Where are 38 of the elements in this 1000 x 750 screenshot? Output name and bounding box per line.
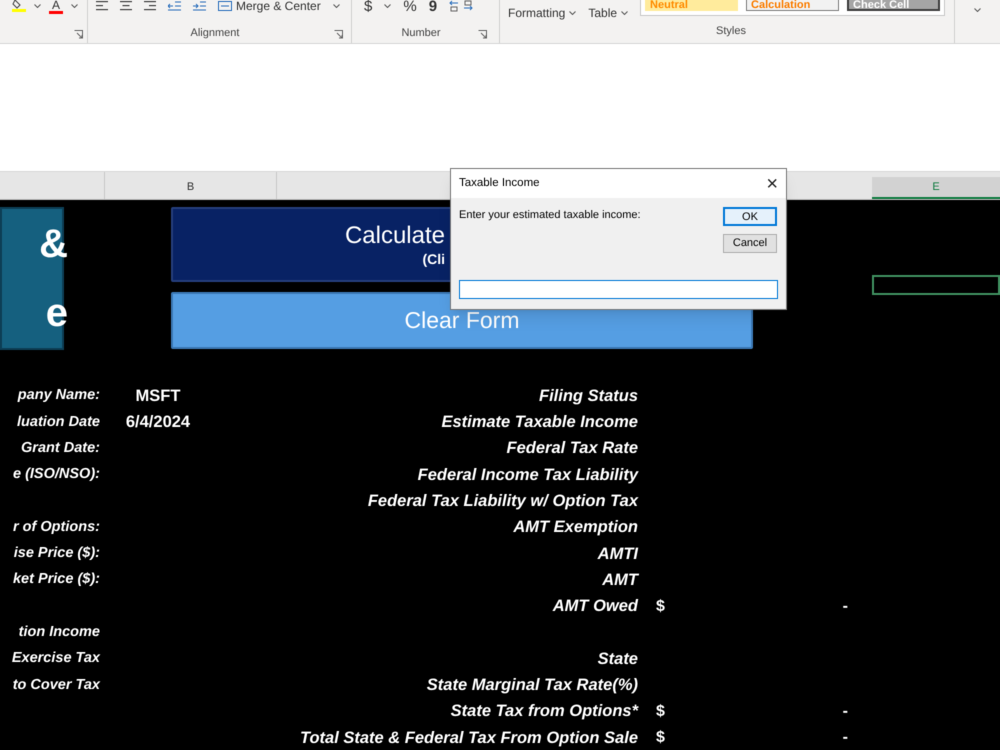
- field-label: AMT Exemption: [513, 517, 638, 538]
- field-value: 6/4/2024: [124, 412, 192, 434]
- logo-text: e: [46, 293, 68, 334]
- field-label: AMT: [602, 570, 638, 591]
- currency-symbol: $: [656, 596, 665, 617]
- field-label: luation Date: [17, 412, 100, 432]
- field-label: Grant Date:: [21, 438, 100, 458]
- field-label: e (ISO/NSO):: [12, 465, 100, 484]
- field-label: Total State & Federal Tax From Option Sale: [300, 728, 638, 749]
- field-label: Estimate Taxable Income: [441, 412, 638, 434]
- field-label: Federal Tax Rate: [506, 438, 638, 460]
- currency-symbol: $: [656, 702, 665, 722]
- field-label: State Tax from Options*: [450, 701, 638, 722]
- group-label: Alignment: [190, 26, 240, 40]
- field-label: Federal Income Tax Liability: [418, 464, 638, 486]
- field-label: ket Price ($):: [12, 570, 100, 590]
- prompt-text: Enter your estimated taxable income:: [459, 208, 642, 223]
- amount-value: -: [842, 702, 848, 722]
- field-value: MSFT: [134, 386, 182, 407]
- amount-value: -: [842, 728, 848, 748]
- field-label: Filing Status: [539, 386, 638, 407]
- amount-value: -: [842, 596, 848, 617]
- field-label: Federal Tax Liability w/ Option Tax: [368, 490, 638, 512]
- field-label: State: [598, 648, 638, 670]
- field-label: State Marginal Tax Rate(%): [426, 675, 638, 696]
- field-label: AMT Owed: [552, 596, 638, 618]
- group-label: Styles: [716, 24, 746, 38]
- group-label: Number: [401, 26, 441, 40]
- field-label: Exercise Tax: [12, 649, 100, 668]
- field-label: r of Options:: [13, 518, 100, 537]
- logo-text: &: [39, 224, 68, 264]
- dialog-title: Taxable Income: [459, 176, 540, 191]
- currency-symbol: $: [656, 728, 665, 748]
- field-label: ise Price ($):: [14, 544, 100, 564]
- field-label: to Cover Tax: [12, 676, 100, 695]
- field-label: pany Name:: [18, 386, 100, 406]
- field-label: AMTI: [598, 544, 638, 565]
- field-label: tion Income: [18, 622, 100, 642]
